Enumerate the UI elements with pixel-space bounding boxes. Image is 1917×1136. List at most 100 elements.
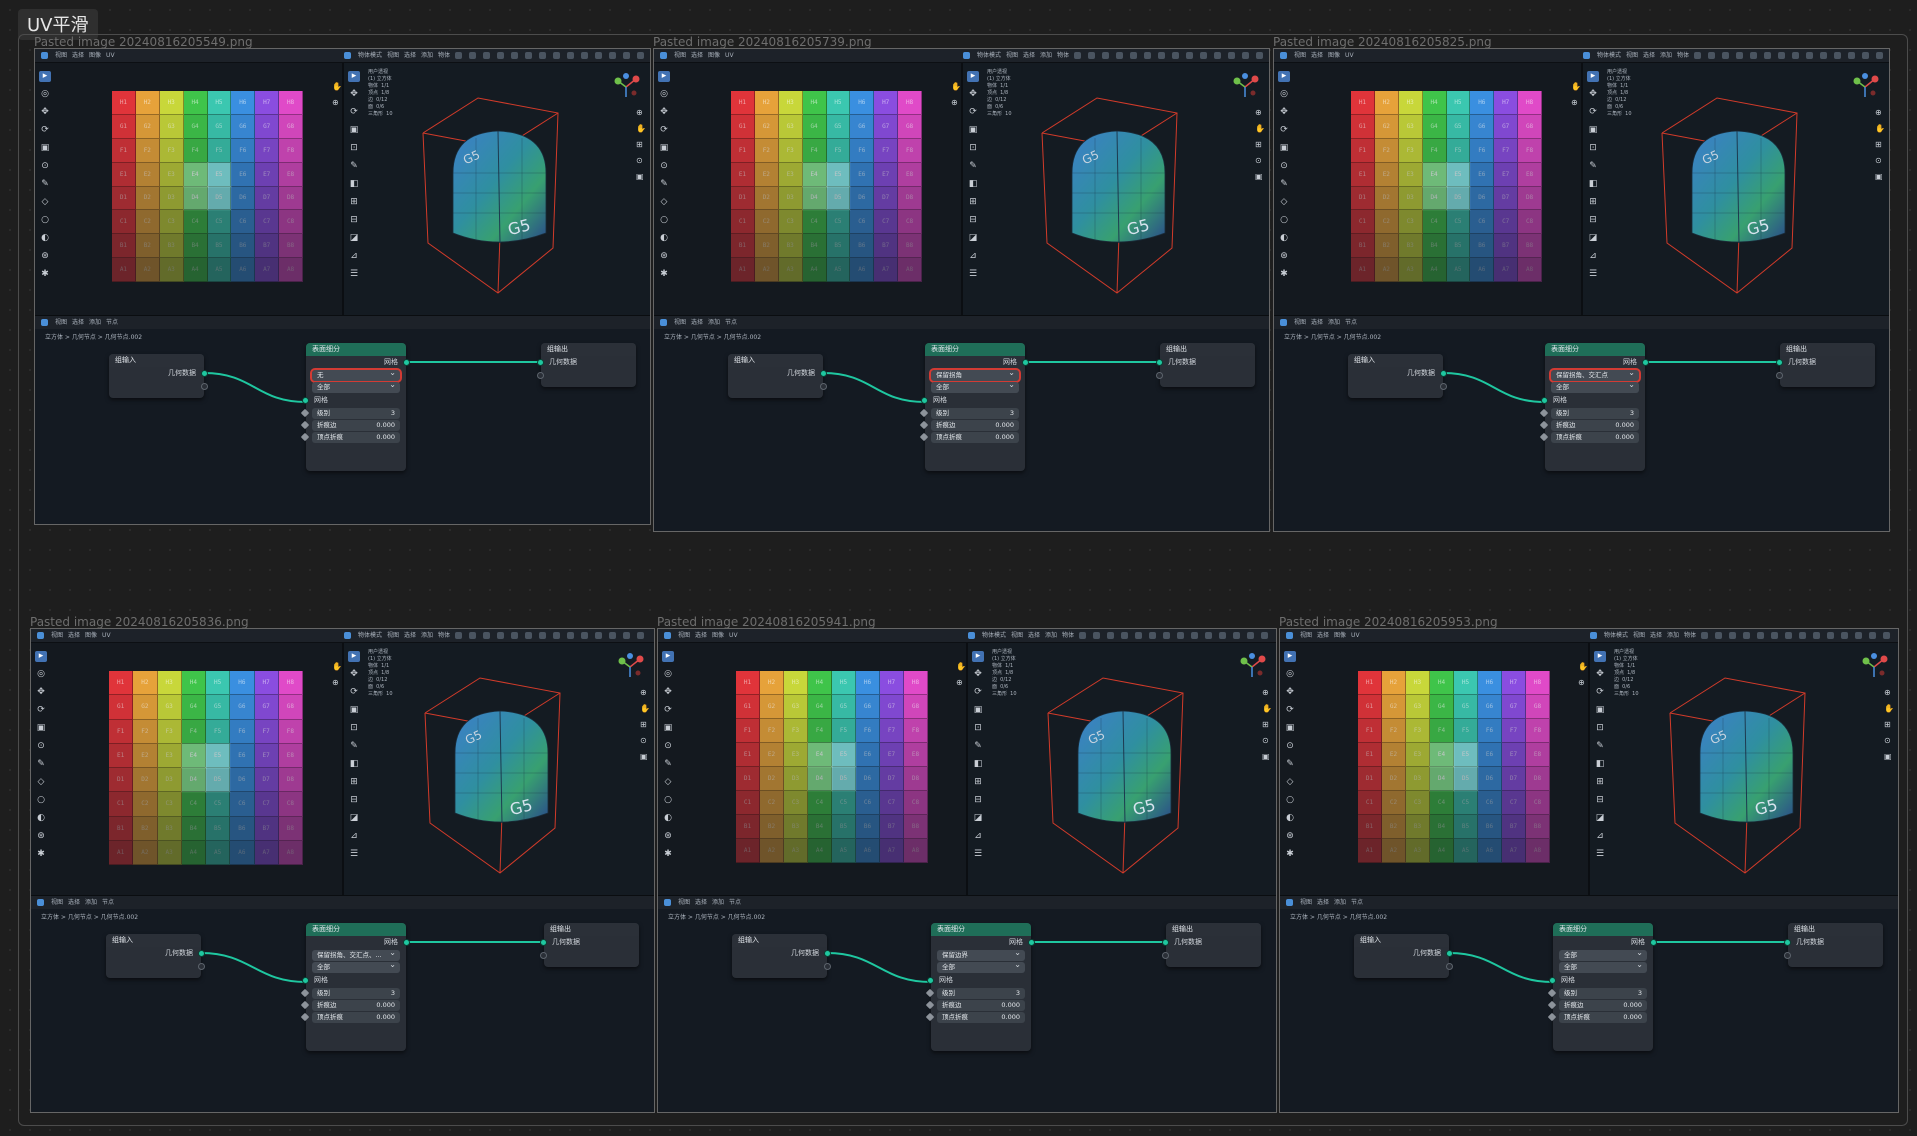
header-tool-icon[interactable]: [1186, 52, 1194, 59]
tool-icon[interactable]: ⊛: [39, 251, 51, 262]
tool-icon[interactable]: ✥: [39, 107, 51, 118]
menu-item[interactable]: 视图: [678, 899, 690, 907]
header-tool-icon[interactable]: [1883, 632, 1891, 639]
menu-item[interactable]: 视图: [1294, 319, 1306, 327]
menu-item[interactable]: 选择: [1023, 52, 1035, 60]
screenshot-card[interactable]: Pasted image 20240816205739.png 视图 选择 图像 UV 物…: [653, 36, 1270, 532]
menu-item[interactable]: 添加: [421, 52, 433, 60]
tool-icon[interactable]: ✱: [1284, 849, 1296, 860]
group-input-node[interactable]: 组输入 几何数据: [109, 354, 208, 398]
edge-crease-field[interactable]: 折痕边 0.000: [300, 420, 400, 431]
header-tool-icon[interactable]: [497, 632, 505, 639]
uv-smooth-dropdown[interactable]: 保留拐角: [929, 368, 1021, 383]
header-tool-icon[interactable]: [455, 52, 463, 59]
cube-mesh[interactable]: G5 G5: [344, 643, 655, 893]
node-editor[interactable]: 组输入几何数据表面细分网格全部全部网格级别3折痕边0.000顶点折痕0.000组…: [1280, 923, 1898, 1112]
header-tool-icon[interactable]: [1233, 632, 1241, 639]
geometry-socket[interactable]: [540, 939, 547, 946]
menu-item[interactable]: 添加: [1660, 52, 1672, 60]
node-editor[interactable]: 组输入几何数据表面细分网格保留边界全部网格级别3折痕边0.000顶点折痕0.00…: [658, 923, 1276, 1112]
tool-icon[interactable]: ▣: [1284, 723, 1296, 734]
tool-icon[interactable]: ✎: [1278, 179, 1290, 190]
geometry-socket[interactable]: [824, 950, 831, 957]
group-input-node[interactable]: 组输入 几何数据: [1354, 934, 1453, 978]
header-tool-icon[interactable]: [637, 632, 645, 639]
header-tool-icon[interactable]: [525, 632, 533, 639]
menu-item[interactable]: 物体模式: [982, 632, 1006, 640]
edge-crease-value[interactable]: 0.000: [376, 1000, 395, 1011]
menu-item[interactable]: 选择: [695, 899, 707, 907]
subdivision-surface-node[interactable]: 表面细分网格保留拐角全部网格级别3折痕边0.000顶点折痕0.000: [919, 343, 1029, 471]
empty-socket[interactable]: [198, 963, 205, 970]
nav-icon[interactable]: ⊕: [332, 99, 340, 107]
edge-crease-field[interactable]: 折痕边 0.000: [300, 1000, 400, 1011]
editor-type-icon[interactable]: [41, 319, 48, 326]
group-output-node[interactable]: 组输出 几何数据: [540, 923, 639, 967]
tool-icon[interactable]: ⊙: [1278, 161, 1290, 172]
nav-icon[interactable]: ⊕: [956, 679, 964, 687]
tool-icon[interactable]: ⊙: [658, 161, 670, 172]
menu-item[interactable]: 视图: [1011, 632, 1023, 640]
header-tool-icon[interactable]: [1764, 52, 1772, 59]
header-tool-icon[interactable]: [1121, 632, 1129, 639]
menu-item[interactable]: UV: [725, 52, 734, 60]
tool-icon[interactable]: ▣: [1278, 143, 1290, 154]
tool-icon[interactable]: ◐: [658, 233, 670, 244]
group-input-node[interactable]: 组输入 几何数据: [106, 934, 205, 978]
menu-item[interactable]: 视图: [387, 632, 399, 640]
empty-socket[interactable]: [540, 952, 547, 959]
uv-editor[interactable]: ▸ ◎ ✥ ⟳ ▣ ⊙ ✎ ◇ ○ ◐ ⊛ ✱ H1 H2 H3 H4 H5 H6 H7 H8 G1 G2 G3 G4 G5 G6…: [31, 643, 344, 895]
header-tool-icon[interactable]: [1088, 52, 1096, 59]
level-value[interactable]: 3: [1016, 988, 1020, 999]
header-tool-icon[interactable]: [1820, 52, 1828, 59]
vertex-crease-field[interactable]: 顶点折痕 0.000: [925, 1012, 1025, 1023]
tool-icon[interactable]: ◐: [1284, 813, 1296, 824]
tool-icon[interactable]: ✥: [35, 687, 47, 698]
level-field[interactable]: 级别 3: [1539, 408, 1639, 419]
vertex-crease-value[interactable]: 0.000: [376, 432, 395, 443]
menu-item[interactable]: 节点: [1351, 899, 1363, 907]
menu-item[interactable]: UV: [1345, 52, 1354, 60]
tool-icon[interactable]: ▸: [1278, 71, 1290, 82]
header-tool-icon[interactable]: [1806, 52, 1814, 59]
tool-icon[interactable]: ▸: [658, 71, 670, 82]
header-tool-icon[interactable]: [511, 632, 519, 639]
empty-socket[interactable]: [537, 372, 544, 379]
boundary-smooth-dropdown[interactable]: 全部: [312, 382, 400, 393]
menu-item[interactable]: 视图: [1006, 52, 1018, 60]
uv-smooth-dropdown[interactable]: 无: [310, 368, 402, 383]
header-tool-icon[interactable]: [567, 52, 575, 59]
menu-item[interactable]: 添加: [89, 319, 101, 327]
vertex-crease-value[interactable]: 0.000: [1623, 1012, 1642, 1023]
header-tool-icon[interactable]: [1827, 632, 1835, 639]
header-tool-icon[interactable]: [1130, 52, 1138, 59]
header-tool-icon[interactable]: [623, 632, 631, 639]
menu-item[interactable]: 视图: [1294, 52, 1306, 60]
value-socket[interactable]: [300, 420, 310, 430]
menu-item[interactable]: 物体模式: [1597, 52, 1621, 60]
value-socket[interactable]: [1539, 432, 1549, 442]
vertex-crease-field[interactable]: 顶点折痕 0.000: [300, 1012, 400, 1023]
group-output-node[interactable]: 组输出 几何数据: [1784, 923, 1883, 967]
value-socket[interactable]: [925, 1000, 935, 1010]
value-socket[interactable]: [1547, 1000, 1557, 1010]
cube-mesh[interactable]: G5 G5: [344, 63, 651, 313]
tool-icon[interactable]: ○: [39, 215, 51, 226]
tool-icon[interactable]: ✱: [662, 849, 674, 860]
tool-icon[interactable]: ◐: [35, 813, 47, 824]
geometry-socket[interactable]: [1776, 359, 1783, 366]
menu-item[interactable]: 视图: [1300, 899, 1312, 907]
tool-icon[interactable]: ⊙: [1284, 741, 1296, 752]
header-tool-icon[interactable]: [1242, 52, 1250, 59]
header-tool-icon[interactable]: [483, 52, 491, 59]
tool-icon[interactable]: ◎: [1278, 89, 1290, 100]
tool-icon[interactable]: ◐: [39, 233, 51, 244]
menu-item[interactable]: 添加: [708, 319, 720, 327]
tool-icon[interactable]: ⊛: [1278, 251, 1290, 262]
tool-icon[interactable]: ⟳: [1278, 125, 1290, 136]
header-tool-icon[interactable]: [1177, 632, 1185, 639]
screenshot-card[interactable]: Pasted image 20240816205953.png 视图 选择 图像 UV 物…: [1279, 616, 1899, 1113]
header-tool-icon[interactable]: [581, 632, 589, 639]
tool-icon[interactable]: ⟳: [658, 125, 670, 136]
tool-icon[interactable]: ▣: [39, 143, 51, 154]
